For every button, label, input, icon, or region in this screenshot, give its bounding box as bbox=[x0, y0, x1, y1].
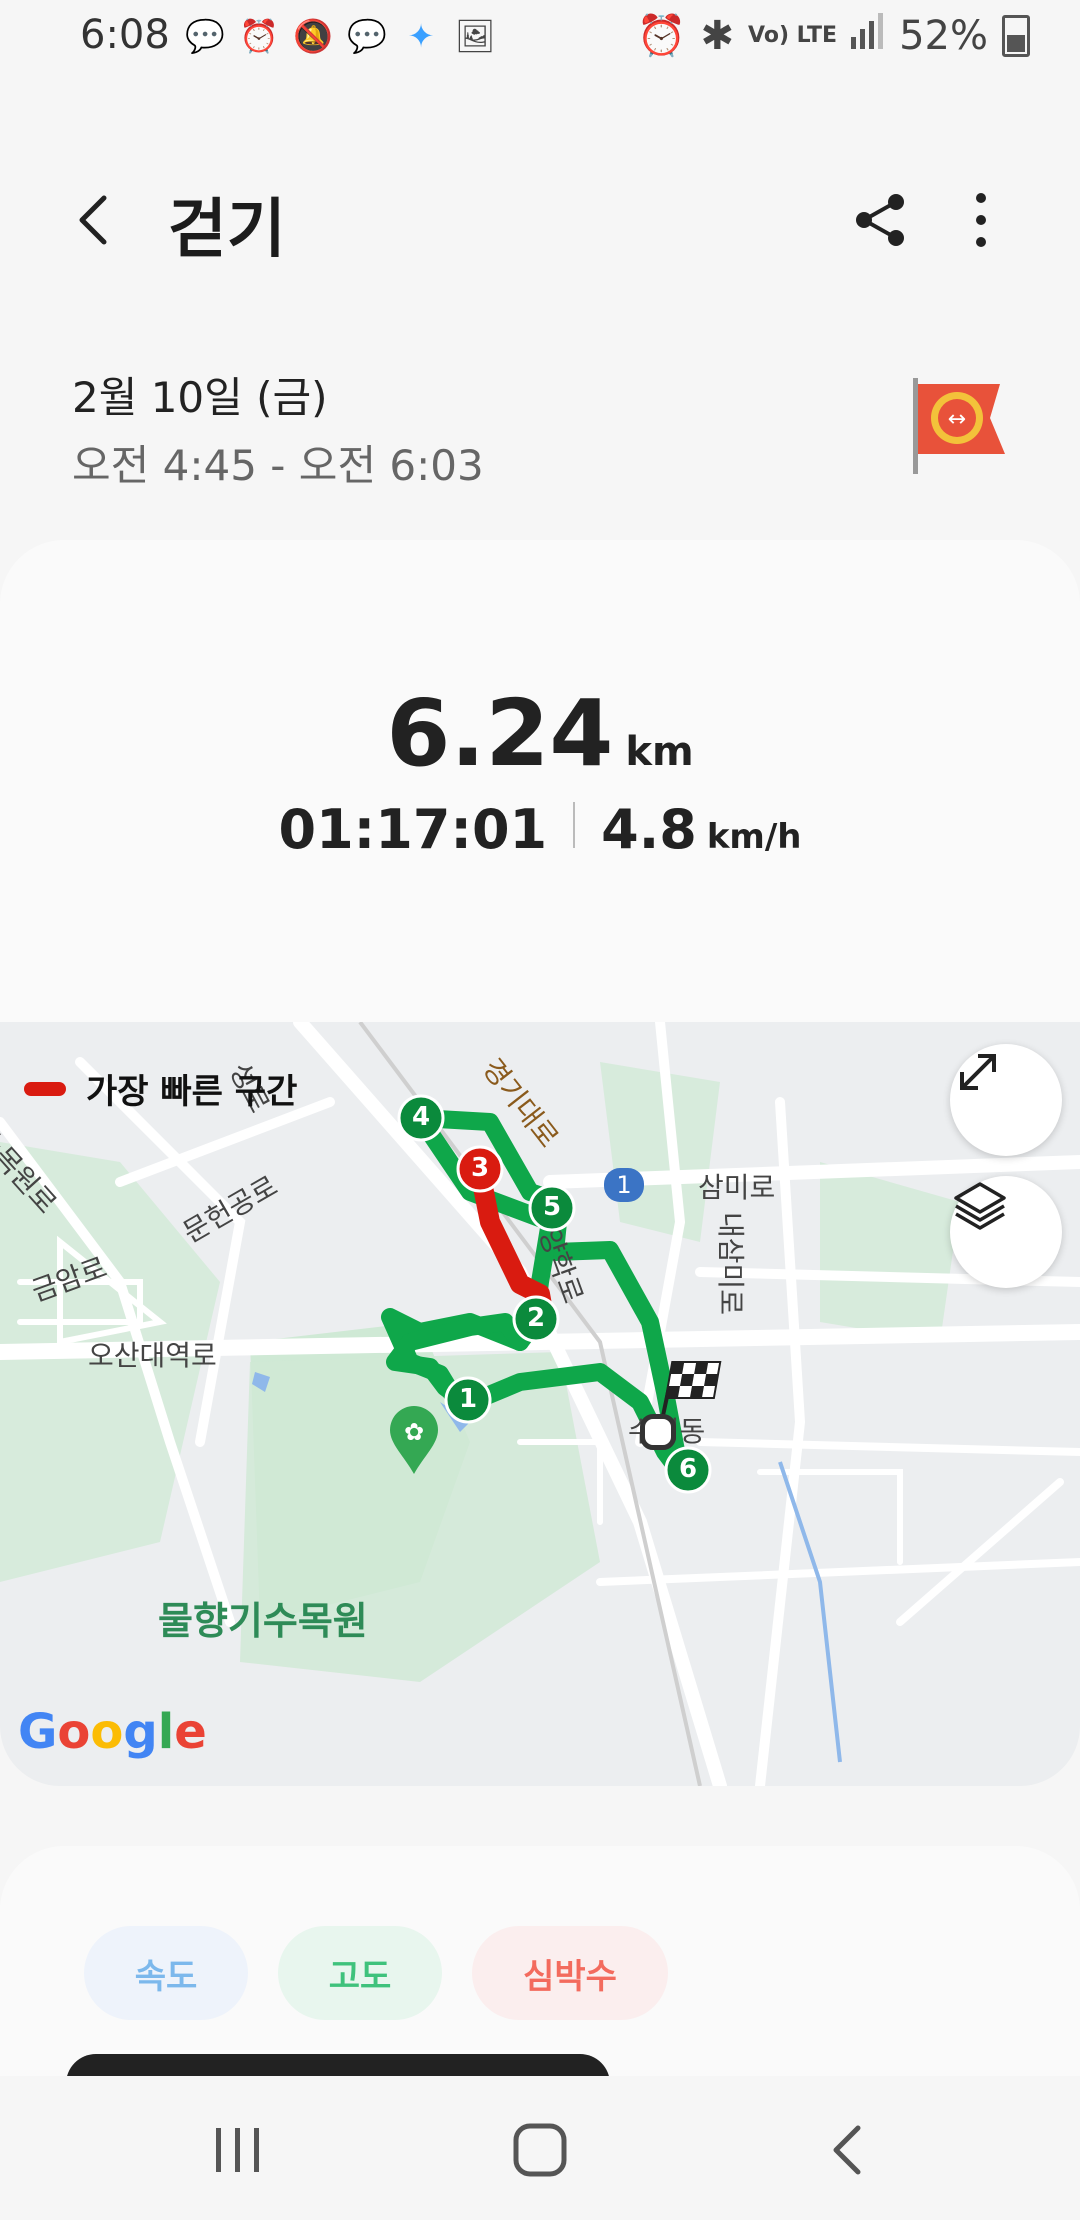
recent-apps-icon bbox=[216, 2128, 259, 2172]
sparkle-icon: ✦ bbox=[407, 17, 435, 55]
chevron-left-icon bbox=[79, 195, 107, 245]
battery-icon bbox=[1002, 14, 1030, 57]
poi-label: 물향기수목원 bbox=[158, 1599, 368, 1643]
map-layers-button[interactable] bbox=[950, 1176, 1062, 1288]
legend-label: 가장 빠른 구간 bbox=[86, 1072, 298, 1112]
stats-row: 01:17:01 4.8 km/h bbox=[0, 798, 1080, 861]
marker-label: 5 bbox=[542, 1192, 562, 1222]
speed-unit: km/h bbox=[706, 817, 802, 857]
fastest-segment-swatch bbox=[24, 1081, 66, 1096]
share-icon bbox=[856, 194, 904, 246]
back-icon bbox=[833, 2125, 861, 2175]
system-back-button[interactable] bbox=[818, 2118, 878, 2182]
page-title: 걷기 bbox=[168, 193, 286, 267]
status-bar: 6:08 💬 ⏰ 🔕 💬 ✦ 🖼 ⏰ ✱ Vo) LTE 52% bbox=[0, 0, 1080, 80]
marker-label: 6 bbox=[678, 1454, 698, 1484]
home-button[interactable] bbox=[508, 2118, 572, 2182]
image-icon: 🖼 bbox=[454, 17, 496, 55]
workout-date: 2월 10일 (금) bbox=[72, 373, 328, 422]
volte-icon: Vo) LTE bbox=[748, 23, 838, 48]
mute-icon: 🔕 bbox=[293, 17, 333, 55]
more-vertical-icon bbox=[976, 193, 986, 247]
metrics-card: 속도 고도 심박수 bbox=[0, 1846, 1080, 2076]
alarm-icon: ⏰ bbox=[239, 17, 279, 55]
share-button[interactable] bbox=[840, 180, 920, 260]
notification-icons: 💬 ⏰ 🔕 💬 ✦ 🖼 bbox=[185, 16, 495, 56]
svg-text:✿: ✿ bbox=[404, 1418, 424, 1446]
distance-value: 6.24 bbox=[386, 680, 614, 787]
home-icon bbox=[513, 2123, 567, 2177]
tab-altitude[interactable]: 고도 bbox=[278, 1926, 442, 2020]
tab-speed[interactable]: 속도 bbox=[84, 1926, 248, 2020]
status-time: 6:08 bbox=[80, 12, 170, 58]
top-app-bar: 걷기 bbox=[0, 160, 1080, 280]
distance-row: 6.24 km bbox=[0, 680, 1080, 787]
alarm-icon: ⏰ bbox=[636, 13, 687, 59]
tab-heart-rate[interactable]: 심박수 bbox=[472, 1926, 668, 2020]
start-point-icon bbox=[640, 1414, 676, 1450]
battery-level: 52% bbox=[899, 12, 988, 59]
system-icons: ⏰ ✱ Vo) LTE 52% bbox=[637, 12, 1030, 59]
expand-map-button[interactable] bbox=[950, 1044, 1062, 1156]
recent-apps-button[interactable] bbox=[208, 2120, 268, 2180]
highway-badge: 1 bbox=[604, 1168, 644, 1202]
chat-icon: 💬 bbox=[185, 17, 225, 55]
bluetooth-icon: ✱ bbox=[700, 12, 735, 59]
marker-label: 1 bbox=[458, 1384, 478, 1414]
speed-value: 4.8 bbox=[601, 798, 697, 861]
signal-icon bbox=[851, 12, 885, 59]
more-options-button[interactable] bbox=[945, 180, 1025, 260]
distance-unit: km bbox=[625, 729, 694, 775]
svg-text:↔: ↔ bbox=[948, 407, 966, 432]
chat-icon: 💬 bbox=[347, 17, 387, 55]
marker-label: 3 bbox=[470, 1153, 490, 1183]
road-label: 오산대역로 bbox=[88, 1339, 217, 1372]
road-label: 내삼미로 bbox=[714, 1212, 747, 1316]
expand-icon bbox=[960, 1054, 996, 1090]
system-nav-bar bbox=[0, 2076, 1080, 2220]
workout-time-range: 오전 4:45 - 오전 6:03 bbox=[72, 441, 484, 490]
back-button[interactable] bbox=[60, 180, 140, 260]
marker-label: 4 bbox=[411, 1102, 431, 1132]
google-logo: Google bbox=[18, 1704, 207, 1760]
stats-divider bbox=[573, 802, 576, 848]
route-map[interactable]: 수목원로 성로 문헌공로 경기대로 삼미로 내삼미로 양학로 금암로 오산대역로… bbox=[0, 1022, 1080, 1786]
layers-icon bbox=[954, 1182, 1006, 1230]
flag-badge-icon: ↔ bbox=[905, 370, 1015, 480]
map-legend: 가장 빠른 구간 bbox=[24, 1064, 297, 1113]
marker-label: 2 bbox=[526, 1303, 546, 1333]
road-label: 삼미로 bbox=[698, 1171, 776, 1204]
summary-card: 6.24 km 01:17:01 4.8 km/h bbox=[0, 540, 1080, 1060]
duration-value: 01:17:01 bbox=[278, 798, 548, 861]
chart-preview-bar bbox=[66, 2054, 610, 2076]
